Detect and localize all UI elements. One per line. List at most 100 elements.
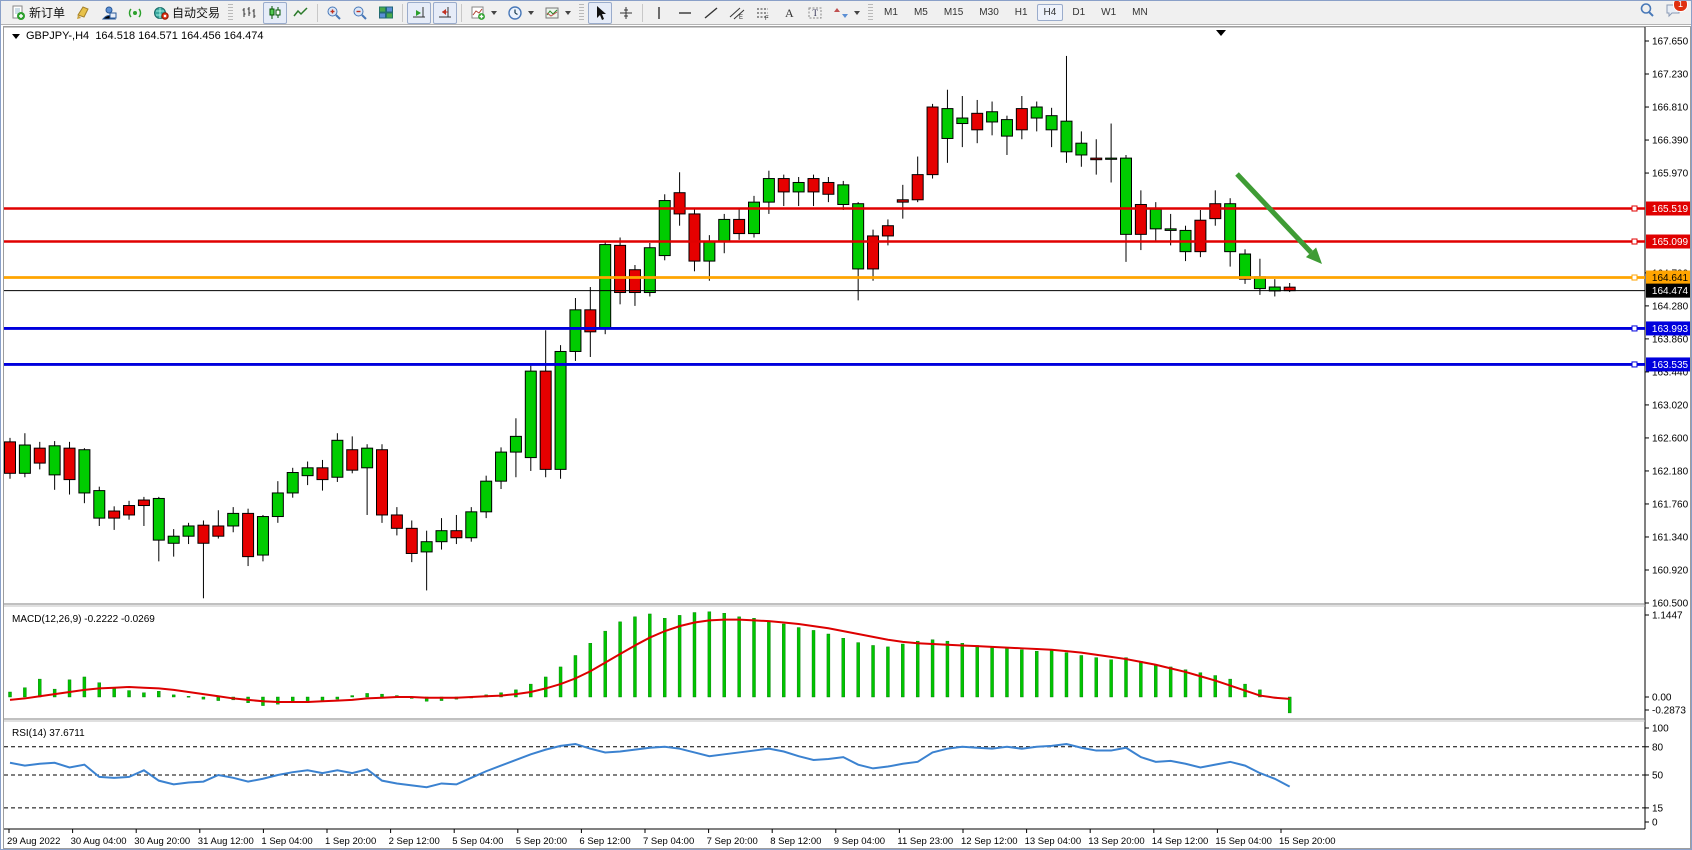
zoom-out-button[interactable] [348,2,372,24]
dropdown-caret-icon[interactable] [491,11,497,15]
candle-bear [927,107,938,175]
crosshair-button[interactable] [614,2,638,24]
candle-bull [555,351,566,469]
toolbar-grip[interactable] [579,4,584,22]
candle-bull [466,512,477,538]
macd-bar [1229,679,1232,697]
zoom-in-button[interactable] [322,2,346,24]
text-button[interactable]: A [777,2,801,24]
candle-bull [600,245,611,328]
chart-shift-button[interactable] [433,2,457,24]
time-axis[interactable] [4,826,1644,848]
candle-bull [496,452,507,481]
level-handle[interactable] [1632,326,1637,331]
dropdown-caret-icon[interactable] [565,11,571,15]
candle-bear [882,226,893,236]
candle-bull [1046,116,1057,130]
tile-windows-button[interactable] [374,2,398,24]
dropdown-caret-icon[interactable] [854,11,860,15]
price-axis[interactable] [1640,27,1690,827]
line-chart-mode-button[interactable] [289,2,313,24]
level-handle[interactable] [1632,362,1637,367]
level-handle[interactable] [1632,239,1637,244]
timeframe-w1-button[interactable]: W1 [1094,4,1123,21]
candle-bull [570,310,581,352]
notifications-button[interactable]: 1 [1665,2,1681,23]
profile-button[interactable] [97,2,121,24]
macd-bar [276,697,279,704]
candle-bear [64,448,75,479]
macd-bar [1050,650,1053,697]
candlestick-mode-button[interactable] [263,2,287,24]
equidistant-channel-button[interactable]: E [725,2,749,24]
candle-bull [1121,158,1132,234]
macd-bar [529,684,532,697]
vertical-line-button[interactable] [647,2,671,24]
arrows-button[interactable] [829,2,864,24]
macd-bar [857,643,860,697]
candle-bear [629,270,640,293]
arrows-icon [833,5,849,21]
timeframe-m15-button[interactable]: M15 [937,4,970,21]
candle-bull [153,498,164,540]
svg-text:E: E [739,15,743,21]
timeframe-d1-button[interactable]: D1 [1065,4,1092,21]
candle-bull [942,109,953,139]
toolbar-separator [317,4,318,22]
candle-bear [377,450,388,515]
chart-window[interactable]: GBPJPY-,H4 164.518 164.571 164.456 164.4… [3,26,1691,849]
candle-bear [1210,204,1221,219]
chart-canvas[interactable]: 167.650167.230166.810166.390165.970164.7… [4,27,1690,848]
candle-bear [972,113,983,130]
macd-bar [738,617,741,697]
macd-bar [351,696,354,697]
styler-button[interactable] [71,2,95,24]
candle-bear [34,448,45,463]
candle-bull [481,481,492,512]
timeframe-mn-button[interactable]: MN [1125,4,1155,21]
horizontal-line-button[interactable] [673,2,697,24]
dropdown-caret-icon[interactable] [528,11,534,15]
fibonacci-button[interactable]: F [751,2,775,24]
macd-bar [633,617,636,697]
timeframe-m30-button[interactable]: M30 [972,4,1005,21]
trendline-button[interactable] [699,2,723,24]
candle-bear [615,245,626,292]
indicators-button[interactable] [466,2,501,24]
new-order-button[interactable]: 新订单 [6,2,69,24]
candlestick-mode-icon [267,5,283,21]
macd-indicator-label: MACD(12,26,9) -0.2222 -0.0269 [12,614,155,625]
search-button[interactable] [1639,2,1655,23]
search-icon [1639,2,1655,18]
candle-bear [689,214,700,261]
timeframe-h1-button[interactable]: H1 [1008,4,1035,21]
macd-bar [1139,661,1142,697]
timeframe-m1-button[interactable]: M1 [877,4,905,21]
chart-shift-marker[interactable] [1216,30,1226,36]
macd-bar [98,683,101,697]
candle-bull [302,468,313,476]
level-handle[interactable] [1632,206,1637,211]
timeframe-m5-button[interactable]: M5 [907,4,935,21]
macd-bar [708,612,711,697]
signals-button[interactable] [123,2,147,24]
candle-bull [793,182,804,191]
bar-chart-mode-button[interactable] [237,2,261,24]
candle-bull [272,493,283,517]
level-handle[interactable] [1632,275,1637,280]
text-label-button[interactable]: T [803,2,827,24]
toolbar-grip[interactable] [228,4,233,22]
toolbar-grip[interactable] [868,4,873,22]
periods-button[interactable] [503,2,538,24]
auto-scroll-button[interactable] [407,2,431,24]
timeframe-h4-button[interactable]: H4 [1037,4,1064,21]
collapse-icon[interactable] [12,34,20,39]
macd-bar [1169,667,1172,697]
templates-button[interactable] [540,2,575,24]
macd-bar [1095,658,1098,697]
auto-trading-button[interactable]: 自动交易 [149,2,224,24]
candle-bull [644,248,655,293]
cursor-button[interactable] [588,2,612,24]
macd-bar [693,613,696,697]
macd-bar [187,696,190,697]
